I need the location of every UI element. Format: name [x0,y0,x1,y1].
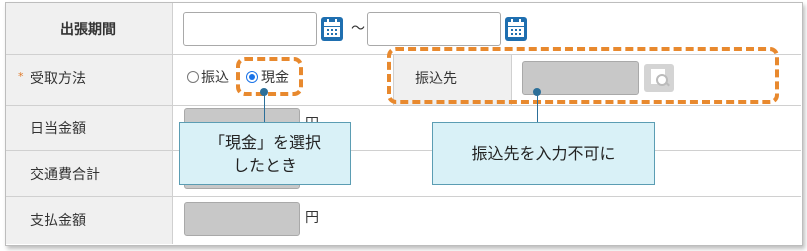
required-mark: * [18,70,24,83]
row-divider [6,196,801,197]
calendar-icon[interactable] [505,17,527,41]
range-separator: 〜 [351,21,365,37]
row-divider [6,105,801,106]
callout-text-line: 「現金」を選択 [208,133,321,152]
cash-selected-callout: 「現金」を選択 したとき [179,122,351,185]
connector-line [264,92,265,122]
trip-end-date-input[interactable] [367,12,501,46]
payment-amount-unit: 円 [305,210,319,226]
transfer-dest-highlight [387,47,779,104]
callout-text-line: したとき [232,156,297,175]
trip-start-date-input[interactable] [183,12,317,46]
payment-amount-label: 支払金額 [30,213,86,229]
trip-period-label: 出張期間 [60,22,116,38]
transport-total-label: 交通費合計 [30,167,100,183]
connector-line [537,92,538,122]
column-divider [172,3,173,244]
calendar-icon[interactable] [321,17,343,41]
payment-amount-input [184,202,300,236]
radio-transfer[interactable] [187,71,199,83]
row-divider [6,150,801,151]
radio-transfer-label[interactable]: 振込 [201,67,229,87]
receive-method-label: 受取方法 [30,71,86,87]
transfer-disabled-callout: 振込先を入力不可に [432,122,655,185]
callout-text: 振込先を入力不可に [471,144,616,163]
cash-highlight [236,57,303,96]
daily-allowance-label: 日当金額 [30,121,86,137]
